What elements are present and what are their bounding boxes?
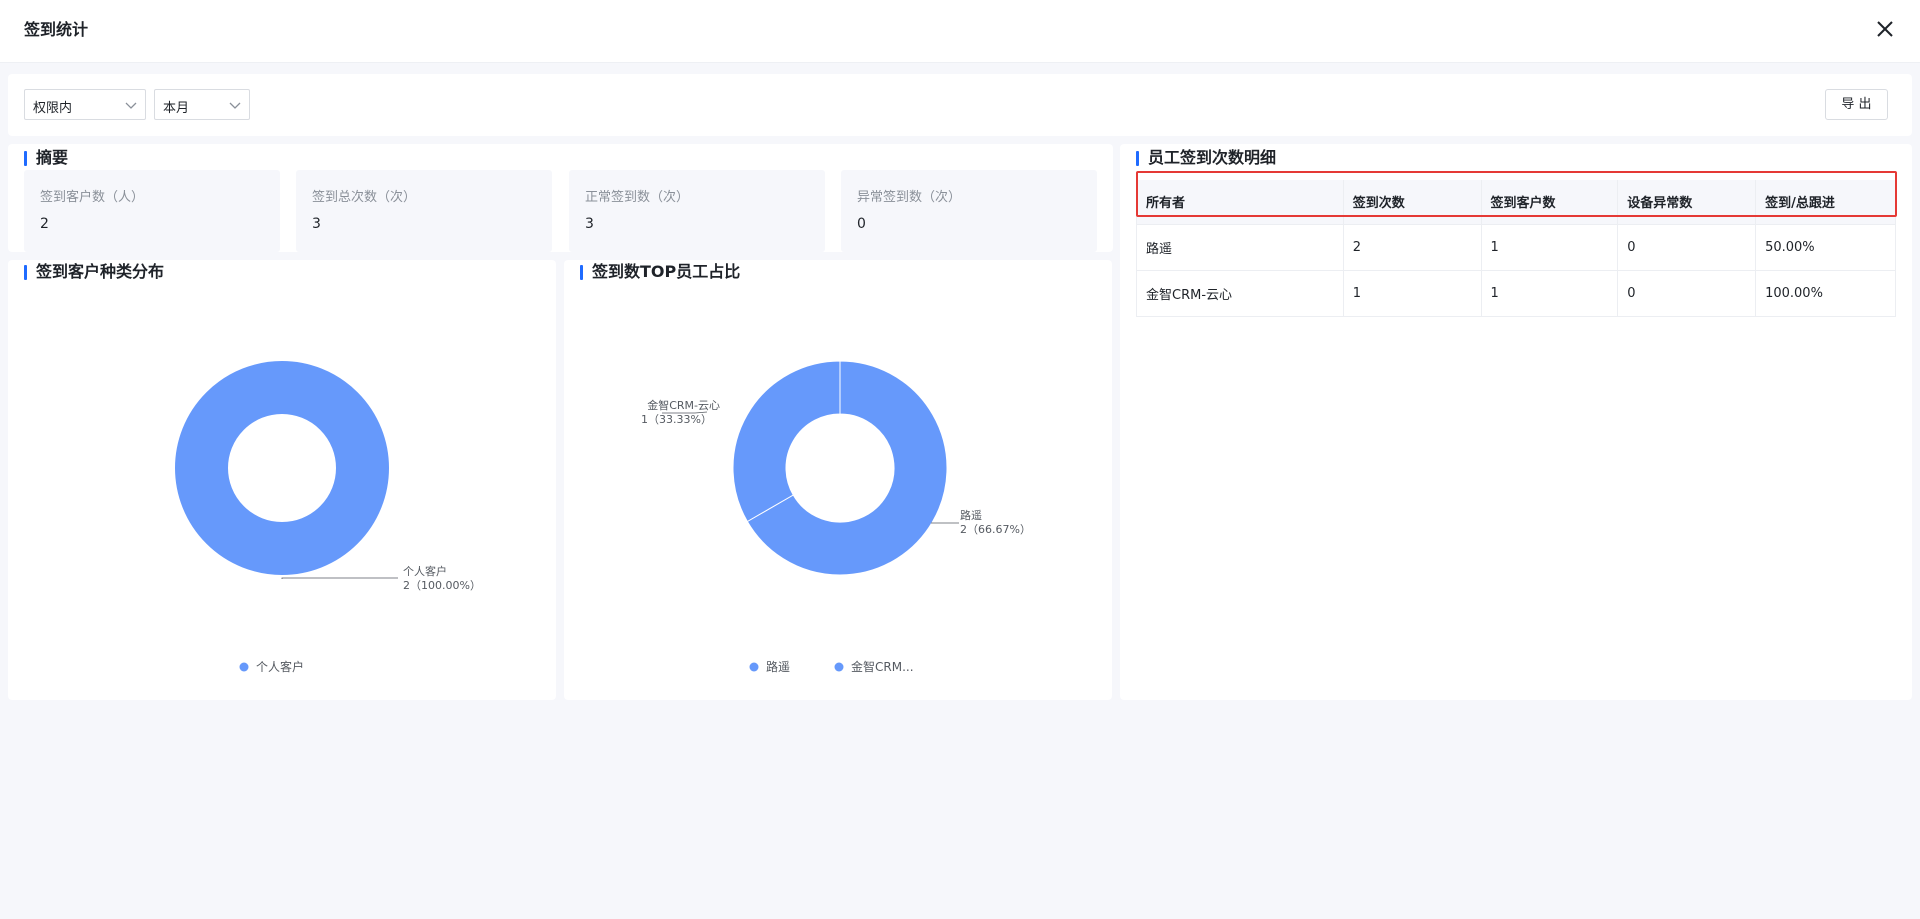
table-cell: 1 bbox=[1481, 223, 1619, 270]
pie-callout-name: 路遥 bbox=[960, 509, 982, 522]
detail-table-title: 员工签到次数明细 bbox=[1136, 148, 1276, 168]
summary-panel: 摘要 签到客户数（人） 2 签到总次数（次） 3 正常签到数（次） 3 异常签到… bbox=[8, 144, 1113, 252]
stat-label: 签到客户数（人） bbox=[40, 190, 145, 205]
customer-type-chart-panel: 签到客户种类分布 个人客户 2（100.00%） 个人客户 bbox=[8, 260, 556, 700]
legend-item[interactable]: 个人客户 bbox=[256, 659, 304, 674]
detail-table-panel: 员工签到次数明细 所有者 签到次数 签到客户数 设备异常数 签到/总跟进 路遥 … bbox=[1120, 144, 1912, 700]
chevron-down-icon bbox=[229, 102, 241, 109]
stat-card-normal: 正常签到数（次） 3 bbox=[569, 170, 825, 252]
scope-select[interactable]: 权限内 bbox=[24, 89, 146, 120]
legend-item[interactable]: 金智CRM... bbox=[851, 659, 914, 674]
period-select[interactable]: 本月 bbox=[154, 89, 250, 120]
stat-value: 2 bbox=[40, 216, 49, 232]
table-cell: 路遥 bbox=[1136, 223, 1344, 270]
legend-marker[interactable] bbox=[239, 662, 249, 672]
pie-callout-name: 金智CRM-云心 bbox=[647, 398, 720, 412]
table-cell: 2 bbox=[1343, 223, 1482, 270]
table-row[interactable]: 金智CRM-云心 1 1 0 100.00% bbox=[1136, 269, 1896, 317]
legend-marker[interactable] bbox=[834, 662, 844, 672]
top-staff-chart-panel: 签到数TOP员工占比 金智CRM-云心 1（33.33%） 路遥 2（66.67… bbox=[564, 260, 1112, 700]
pie-callout-name: 个人客户 bbox=[403, 564, 447, 578]
table-cell: 金智CRM-云心 bbox=[1136, 269, 1344, 317]
scope-select-value: 权限内 bbox=[33, 101, 73, 116]
pie-slice[interactable] bbox=[732, 360, 841, 523]
column-header[interactable]: 所有者 bbox=[1136, 180, 1344, 224]
stat-value: 3 bbox=[312, 216, 321, 232]
legend-item[interactable]: 路遥 bbox=[766, 659, 790, 674]
stat-card-total: 签到总次数（次） 3 bbox=[296, 170, 552, 252]
pie-callout-detail: 1（33.33%） bbox=[641, 413, 712, 426]
stat-card-abnormal: 异常签到数（次） 0 bbox=[841, 170, 1097, 252]
stat-value: 0 bbox=[857, 216, 866, 232]
legend-marker[interactable] bbox=[749, 662, 759, 672]
period-select-value: 本月 bbox=[163, 101, 190, 116]
callout-line bbox=[281, 577, 398, 579]
stat-value: 3 bbox=[585, 216, 594, 232]
stat-label: 正常签到数（次） bbox=[585, 190, 690, 205]
dialog-header: 签到统计 bbox=[0, 0, 1920, 63]
stat-label: 异常签到数（次） bbox=[857, 190, 962, 205]
table-cell: 0 bbox=[1617, 269, 1757, 317]
chevron-down-icon bbox=[125, 102, 137, 109]
stat-card-customers: 签到客户数（人） 2 bbox=[24, 170, 280, 252]
table-cell: 50.00% bbox=[1755, 223, 1896, 270]
dialog-title: 签到统计 bbox=[24, 20, 89, 39]
stat-label: 签到总次数（次） bbox=[312, 190, 417, 205]
column-header[interactable]: 签到次数 bbox=[1343, 180, 1482, 224]
export-button[interactable]: 导 出 bbox=[1825, 89, 1888, 120]
table-cell: 1 bbox=[1343, 269, 1482, 317]
top-staff-chart: 金智CRM-云心 1（33.33%） 路遥 2（66.67%） 路遥 金智CRM… bbox=[641, 360, 1031, 674]
table-row[interactable]: 路遥 2 1 0 50.00% bbox=[1136, 223, 1896, 270]
table-header-row: 所有者 签到次数 签到客户数 设备异常数 签到/总跟进 bbox=[1136, 180, 1896, 224]
pie-callout-detail: 2（100.00%） bbox=[403, 579, 481, 592]
column-header[interactable]: 设备异常数 bbox=[1617, 180, 1757, 224]
detail-table: 所有者 签到次数 签到客户数 设备异常数 签到/总跟进 路遥 2 1 0 50.… bbox=[1136, 180, 1896, 317]
table-cell: 100.00% bbox=[1755, 269, 1896, 317]
column-header[interactable]: 签到客户数 bbox=[1481, 180, 1619, 224]
pie-callout-detail: 2（66.67%） bbox=[960, 523, 1031, 536]
table-cell: 1 bbox=[1481, 269, 1619, 317]
column-header[interactable]: 签到/总跟进 bbox=[1755, 180, 1896, 224]
filter-bar: 权限内 本月 导 出 bbox=[8, 74, 1912, 136]
table-cell: 0 bbox=[1617, 223, 1757, 270]
close-icon[interactable] bbox=[1874, 18, 1896, 40]
customer-type-chart: 个人客户 2（100.00%） 个人客户 bbox=[175, 361, 481, 674]
summary-title: 摘要 bbox=[24, 148, 68, 168]
pie-slice[interactable] bbox=[175, 361, 389, 575]
